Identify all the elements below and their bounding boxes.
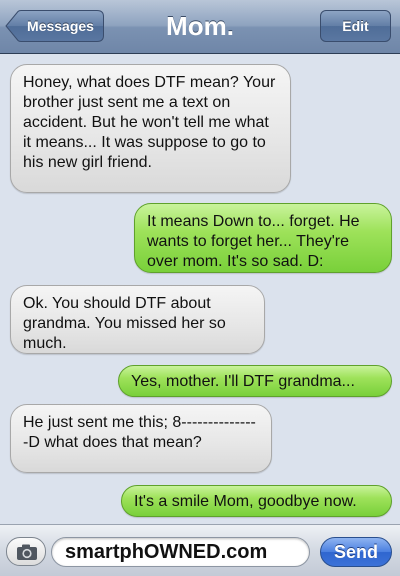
received-message: Ok. You should DTF about grandma. You mi…: [10, 285, 265, 354]
camera-button[interactable]: [6, 537, 46, 566]
received-message: He just sent me this; 8---------------D …: [10, 404, 272, 473]
sent-message: It means Down to... forget. He wants to …: [134, 203, 392, 273]
message-input[interactable]: smartphOWNED.com: [51, 537, 310, 567]
send-button[interactable]: Send: [320, 537, 392, 567]
sent-message: Yes, mother. I'll DTF grandma...: [118, 365, 392, 397]
compose-bar: smartphOWNED.com Send: [0, 524, 400, 576]
received-message: Honey, what does DTF mean? Your brother …: [10, 64, 291, 193]
edit-button[interactable]: Edit: [320, 10, 391, 42]
nav-bar: Messages Mom. Edit: [0, 0, 400, 54]
camera-icon: [17, 544, 37, 560]
sent-message: It's a smile Mom, goodbye now.: [121, 485, 392, 517]
